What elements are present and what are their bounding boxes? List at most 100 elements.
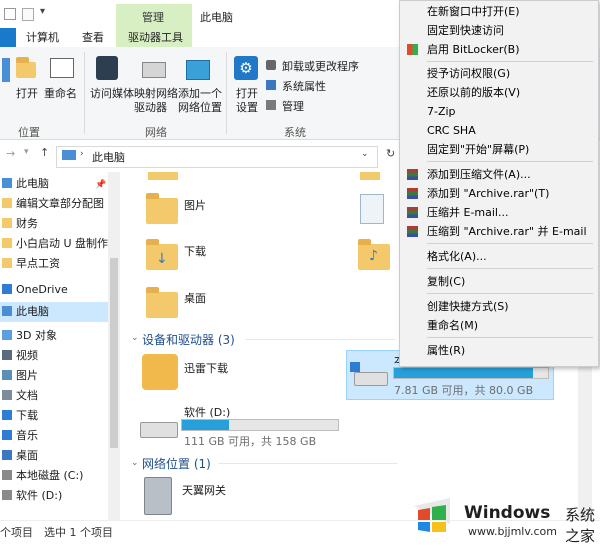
nav-item[interactable]: OneDrive xyxy=(0,280,110,300)
location-group-label: 位置 xyxy=(18,126,40,139)
context-menu-item[interactable]: 7-Zip xyxy=(399,102,597,121)
access-media-button[interactable]: 访问媒体 xyxy=(90,85,134,101)
open-settings-button-line2[interactable]: 设置 xyxy=(236,99,258,115)
drive-d-icon[interactable] xyxy=(140,422,178,438)
context-menu-item[interactable]: 启用 BitLocker(B) xyxy=(399,40,597,59)
desktop-folder-icon[interactable] xyxy=(146,287,178,318)
nav-item[interactable]: 桌面 xyxy=(0,446,110,466)
nav-item[interactable]: 小白启动 U 盘制作步 xyxy=(0,234,110,254)
context-menu-item[interactable]: 固定到快速访问 xyxy=(399,21,597,40)
context-menu-item-label: 7-Zip xyxy=(427,105,456,118)
nav-item[interactable]: 软件 (D:) xyxy=(0,486,110,506)
add-network-location-icon[interactable] xyxy=(186,60,210,80)
desktop-folder-label[interactable]: 桌面 xyxy=(184,290,206,306)
context-menu-item[interactable]: 属性(R) xyxy=(399,341,597,360)
context-menu-item-label: 重命名(M) xyxy=(427,319,479,332)
nav-item[interactable]: 编辑文章部分配图 xyxy=(0,194,110,214)
new-folder-icon[interactable] xyxy=(22,8,34,21)
properties-icon[interactable] xyxy=(2,58,10,82)
nav-item[interactable]: 文档 xyxy=(0,386,110,406)
uninstall-icon[interactable] xyxy=(266,60,276,70)
nav-item[interactable]: 早点工资 xyxy=(0,254,110,274)
context-menu-item-label: 创建快捷方式(S) xyxy=(427,300,509,313)
nav-item[interactable]: 下载 xyxy=(0,406,110,426)
context-menu-item[interactable]: 添加到压缩文件(A)... xyxy=(399,165,597,184)
open-icon[interactable] xyxy=(16,57,36,78)
pin-icon[interactable]: 📌 xyxy=(95,180,106,190)
system-properties-button[interactable]: 系统属性 xyxy=(282,78,326,94)
router-icon[interactable] xyxy=(144,477,172,515)
section-collapse-icon[interactable]: ⌄ xyxy=(131,333,139,343)
address-path[interactable]: 此电脑 xyxy=(92,149,125,165)
access-media-icon[interactable] xyxy=(96,56,118,80)
tab-view[interactable]: 查看 xyxy=(76,30,110,46)
context-menu-item[interactable]: 创建快捷方式(S) xyxy=(399,297,597,316)
settings-gear-icon[interactable]: ⚙ xyxy=(234,56,258,80)
menu-separator xyxy=(427,161,593,162)
nav-item[interactable]: 3D 对象 xyxy=(0,326,110,346)
quick-access-checkbox[interactable] xyxy=(4,8,16,20)
context-menu-item[interactable]: 压缩到 "Archive.rar" 并 E-mail xyxy=(399,222,597,241)
refresh-icon[interactable]: ↻ xyxy=(386,147,395,160)
tab-drive-tools[interactable]: 驱动器工具 xyxy=(122,30,189,46)
forward-arrow-icon[interactable]: → xyxy=(6,147,15,160)
menu-separator xyxy=(427,293,593,294)
recent-dropdown-icon[interactable]: ▾ xyxy=(24,147,29,157)
menu-separator xyxy=(427,268,593,269)
nav-item[interactable]: 图片 xyxy=(0,366,110,386)
context-menu-item[interactable]: 固定到"开始"屏幕(P) xyxy=(399,140,597,159)
pictures-folder-label[interactable]: 图片 xyxy=(184,197,206,213)
system-properties-icon[interactable] xyxy=(266,80,276,90)
context-menu-item[interactable]: 添加到 "Archive.rar"(T) xyxy=(399,184,597,203)
devices-section-heading[interactable]: 设备和驱动器 (3) xyxy=(142,331,235,348)
menu-separator xyxy=(427,61,593,62)
folder-icon xyxy=(2,198,12,208)
context-menu-item[interactable]: 重命名(M) xyxy=(399,316,597,335)
downloads-folder-label[interactable]: 下载 xyxy=(184,243,206,259)
pictures-folder-icon[interactable] xyxy=(146,193,178,224)
context-menu-item[interactable]: 授予访问权限(G) xyxy=(399,64,597,83)
context-menu-item[interactable]: 在新窗口中打开(E) xyxy=(399,2,597,21)
nav-item[interactable]: 此电脑 xyxy=(0,174,110,194)
tab-computer[interactable]: 计算机 xyxy=(20,30,65,46)
add-location-button-line2[interactable]: 网络位置 xyxy=(178,99,222,115)
tab-file[interactable] xyxy=(0,28,16,47)
download-arrow-icon: ↓ xyxy=(156,251,168,267)
rename-button[interactable]: 重命名 xyxy=(44,85,77,101)
nav-item[interactable]: 此电脑 xyxy=(0,302,110,322)
nav-item[interactable]: 财务 xyxy=(0,214,110,234)
context-menu-item-label: 属性(R) xyxy=(427,344,466,357)
map-drive-button-line2[interactable]: 驱动器 xyxy=(134,99,167,115)
manage-icon[interactable] xyxy=(266,100,276,110)
rename-icon[interactable] xyxy=(50,58,74,78)
context-menu-item[interactable]: CRC SHA xyxy=(399,121,597,140)
context-menu-item[interactable]: 还原以前的版本(V) xyxy=(399,83,597,102)
nav-item[interactable]: 音乐 xyxy=(0,426,110,446)
section-collapse-icon[interactable]: ⌄ xyxy=(131,458,139,468)
drive-d-name[interactable]: 软件 (D:) xyxy=(184,404,230,420)
documents-folder-icon[interactable] xyxy=(360,194,384,224)
map-drive-icon[interactable] xyxy=(142,62,166,78)
nav-item[interactable]: 本地磁盘 (C:) xyxy=(0,466,110,486)
folder-icon-partial xyxy=(360,172,380,180)
drive-c-usage-bar xyxy=(393,367,549,379)
manage-button[interactable]: 管理 xyxy=(282,98,304,114)
breadcrumb-chevron-icon[interactable]: › xyxy=(80,149,84,159)
thunder-download-label[interactable]: 迅雷下载 xyxy=(184,360,228,376)
context-menu-item[interactable]: 复制(C) xyxy=(399,272,597,291)
up-arrow-icon[interactable]: ↑ xyxy=(40,146,49,159)
nav-scrollbar-thumb[interactable] xyxy=(110,258,118,448)
network-section-heading[interactable]: 网络位置 (1) xyxy=(142,455,211,472)
uninstall-button[interactable]: 卸载或更改程序 xyxy=(282,58,359,74)
open-button[interactable]: 打开 xyxy=(16,85,38,101)
music-note-icon: ♪ xyxy=(369,248,378,264)
context-menu-item[interactable]: 压缩并 E-mail... xyxy=(399,203,597,222)
nav-item[interactable]: 视频 xyxy=(0,346,110,366)
nav-item-label: 小白启动 U 盘制作步 xyxy=(16,237,110,250)
thunder-download-icon[interactable] xyxy=(142,354,178,390)
address-dropdown-icon[interactable]: ⌄ xyxy=(361,149,369,159)
customize-quick-access-icon[interactable]: ▾ xyxy=(40,6,45,17)
drive-d-caption: 111 GB 可用，共 158 GB xyxy=(184,435,317,448)
router-label[interactable]: 天翼网关 xyxy=(182,482,226,498)
context-menu-item[interactable]: 格式化(A)... xyxy=(399,247,597,266)
